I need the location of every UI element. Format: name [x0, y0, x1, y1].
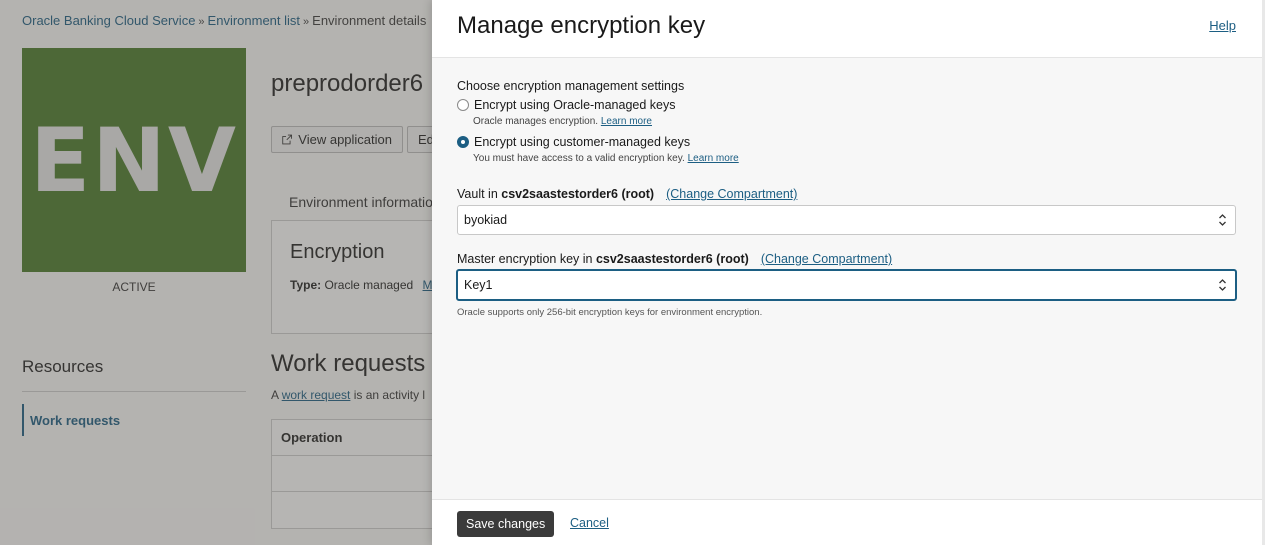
radio-customer-managed[interactable]: Encrypt using customer-managed keys: [457, 135, 690, 149]
master-key-label-prefix: Master encryption key in: [457, 252, 596, 266]
master-key-note: Oracle supports only 256-bit encryption …: [457, 307, 763, 318]
panel-header: Manage encryption key Help: [432, 0, 1262, 58]
master-key-compartment: csv2saastestorder6 (root): [595, 252, 749, 266]
radio-button-selected[interactable]: [457, 136, 469, 148]
panel-footer: Save changes Cancel: [432, 499, 1262, 545]
save-changes-button[interactable]: Save changes: [457, 511, 555, 537]
vault-label: Vault in csv2saastestorder6 (root) (Chang…: [457, 187, 797, 201]
customer-managed-hint-text: You must have access to a valid encrypti…: [473, 153, 685, 164]
radio-oracle-managed-label[interactable]: Encrypt using Oracle-managed keys: [474, 98, 675, 112]
vault-select-value: byokiad: [464, 213, 508, 227]
manage-encryption-key-panel: Manage encryption key Help Choose encryp…: [432, 0, 1262, 545]
sort-arrows-icon: [1219, 214, 1226, 226]
vault-select[interactable]: byokiad: [457, 205, 1236, 235]
cancel-link[interactable]: Cancel: [570, 516, 609, 530]
panel-body: Choose encryption management settings En…: [432, 58, 1262, 499]
radio-oracle-managed[interactable]: Encrypt using Oracle-managed keys: [457, 98, 675, 112]
vault-label-prefix: Vault in: [457, 187, 502, 201]
radio-button[interactable]: [457, 99, 469, 111]
master-key-select-value: Key1: [464, 278, 493, 292]
vault-change-compartment-link[interactable]: (Change Compartment): [666, 187, 797, 201]
vault-compartment: csv2saastestorder6 (root): [501, 187, 655, 201]
master-key-select[interactable]: Key1: [456, 269, 1237, 301]
learn-more-link[interactable]: Learn more: [601, 116, 652, 127]
learn-more-link[interactable]: Learn more: [688, 153, 739, 164]
sort-arrows-icon: [1219, 279, 1226, 291]
master-key-label: Master encryption key in csv2saastestord…: [457, 252, 892, 266]
oracle-managed-hint-text: Oracle manages encryption.: [473, 116, 599, 127]
help-link[interactable]: Help: [1209, 18, 1236, 33]
master-key-change-compartment-link[interactable]: (Change Compartment): [761, 252, 892, 266]
customer-managed-hint: You must have access to a valid encrypti…: [473, 153, 739, 164]
radio-customer-managed-label[interactable]: Encrypt using customer-managed keys: [474, 135, 690, 149]
panel-title: Manage encryption key: [457, 12, 706, 39]
oracle-managed-hint: Oracle manages encryption. Learn more: [473, 116, 652, 127]
encryption-settings-label: Choose encryption management settings: [457, 79, 685, 93]
